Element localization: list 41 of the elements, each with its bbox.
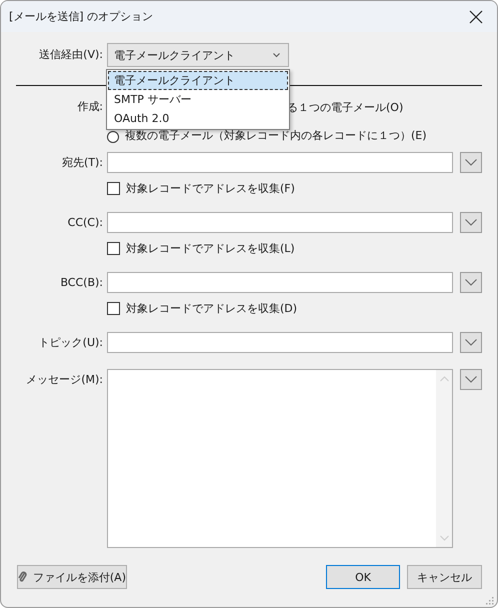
dropdown-option[interactable]: OAuth 2.0 — [108, 109, 288, 128]
chevron-icon — [465, 159, 477, 166]
ok-button[interactable]: OK — [326, 565, 400, 589]
input-field[interactable] — [107, 332, 453, 353]
dropdown-option[interactable]: SMTP サーバー — [108, 90, 288, 109]
checkbox[interactable] — [107, 182, 120, 194]
chevron-icon — [465, 279, 477, 286]
field-label: トピック(U): — [38, 335, 103, 351]
chevron-icon — [465, 339, 477, 346]
field-label: BCC(B): — [59, 275, 103, 291]
message-field[interactable] — [107, 369, 453, 548]
chevron-icon — [465, 376, 477, 383]
field-label: CC(C): — [66, 215, 103, 231]
dropdown-button[interactable] — [460, 332, 482, 353]
input-field[interactable] — [107, 272, 453, 293]
checkbox-label: 対象レコードでアドレスを収集(L) — [126, 240, 295, 256]
checkbox-label: 対象レコードでアドレスを収集(D) — [126, 300, 298, 316]
chevron-icon — [465, 219, 477, 226]
field-label: 宛先(T): — [60, 155, 103, 171]
attach-file-button[interactable]: ファイルを添付(A) — [17, 565, 127, 589]
radio-button[interactable] — [107, 131, 119, 143]
input-field[interactable] — [107, 212, 453, 233]
dropdown-button[interactable] — [460, 369, 482, 390]
field-label: 送信経由(V): — [38, 47, 103, 63]
resize-grip-icon[interactable] — [486, 597, 494, 605]
field-label: メッセージ(M): — [25, 372, 103, 388]
dropdown-button[interactable] — [460, 272, 482, 293]
chevron-icon — [273, 52, 280, 58]
radio-label: 複数の電子メール（対象レコード内の各レコードに１つ）(E) — [125, 128, 427, 143]
close-icon[interactable] — [469, 10, 483, 24]
field-label: 作成: — [76, 99, 103, 115]
checkbox[interactable] — [107, 302, 120, 314]
input-field[interactable] — [107, 152, 453, 173]
dropdown-option[interactable]: 電子メールクライアント — [108, 71, 288, 90]
dropdown-button[interactable] — [460, 212, 482, 233]
checkbox[interactable] — [107, 242, 120, 254]
cancel-button[interactable]: キャンセル — [407, 565, 482, 589]
checkbox-label: 対象レコードでアドレスを収集(F) — [126, 180, 295, 196]
send-via-dropdown[interactable]: 電子メールクライアント — [107, 43, 289, 67]
window-title: [メールを送信] のオプション — [9, 9, 154, 24]
dropdown-button[interactable] — [460, 152, 482, 173]
